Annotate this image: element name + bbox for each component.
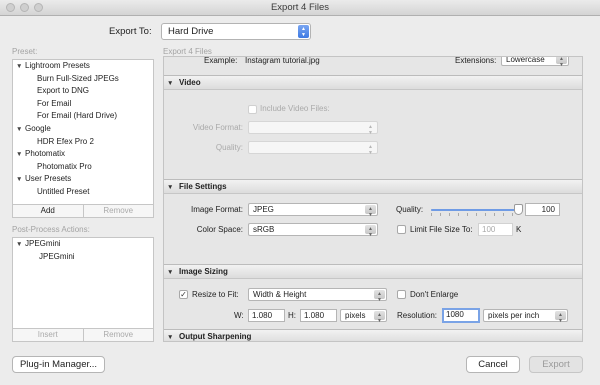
remove-action-button[interactable]: Remove xyxy=(82,329,154,341)
disclosure-triangle-icon[interactable]: ▼ xyxy=(16,239,25,252)
color-space-select[interactable]: sRGB ▲ ▼ xyxy=(248,223,378,238)
quality-label: Quality: xyxy=(396,205,424,214)
preset-folder-user[interactable]: ▼ User Presets xyxy=(13,173,153,186)
preset-button-bar: Add Remove xyxy=(12,205,154,218)
quality-slider-fill xyxy=(431,209,519,211)
size-unit-chevron-icon: ▲ ▼ xyxy=(374,311,385,324)
preset-section-label: Preset: xyxy=(12,47,38,56)
post-process-list: ▼ JPEGmini JPEGmini xyxy=(12,237,154,329)
disclosure-triangle-icon[interactable]: ▼ xyxy=(16,174,25,187)
video-format-label: Video Format: xyxy=(192,123,243,132)
post-process-button-bar: Insert Remove xyxy=(12,329,154,342)
extensions-label: Extensions: xyxy=(455,56,497,65)
resolution-unit-select[interactable]: pixels per inch ▲ ▼ xyxy=(483,309,568,324)
preset-folder-photomatix[interactable]: ▼ Photomatix xyxy=(13,148,153,161)
export-settings-header: Export 4 Files xyxy=(163,47,212,56)
title-bar: Export 4 Files xyxy=(0,0,600,16)
resize-mode-select[interactable]: Width & Height ▲ ▼ xyxy=(248,288,387,303)
resize-to-fit-label: Resize to Fit: xyxy=(192,290,239,299)
image-format-select[interactable]: JPEG ▲ ▼ xyxy=(248,203,378,218)
include-video-checkbox[interactable] xyxy=(248,105,257,114)
disclosure-triangle-icon[interactable]: ▼ xyxy=(167,331,179,341)
preset-item[interactable]: Photomatix Pro xyxy=(13,161,153,174)
width-input[interactable]: 1.080 xyxy=(248,309,285,322)
disclosure-triangle-icon[interactable]: ▼ xyxy=(167,181,179,194)
export-button[interactable]: Export xyxy=(529,356,583,373)
quality-slider-ticks xyxy=(431,213,519,216)
video-quality-select[interactable]: ▲ ▼ xyxy=(248,141,378,156)
resize-mode-chevron-icon: ▲ ▼ xyxy=(374,290,385,303)
remove-preset-button[interactable]: Remove xyxy=(82,205,154,217)
video-format-select[interactable]: ▲ ▼ xyxy=(248,121,378,136)
preset-item[interactable]: For Email xyxy=(13,98,153,111)
disclosure-triangle-icon[interactable]: ▼ xyxy=(16,149,25,162)
preset-folder-google[interactable]: ▼ Google xyxy=(13,123,153,136)
plugin-manager-button[interactable]: Plug-in Manager... xyxy=(12,356,105,373)
add-preset-button[interactable]: Add xyxy=(13,205,83,217)
limit-file-size-checkbox[interactable] xyxy=(397,225,406,234)
file-settings-section-header[interactable]: ▼ File Settings xyxy=(164,179,582,194)
insert-action-button[interactable]: Insert xyxy=(13,329,83,341)
limit-file-size-label: Limit File Size To: xyxy=(410,225,473,234)
preset-item[interactable]: Burn Full-Sized JPEGs xyxy=(13,73,153,86)
resolution-label: Resolution: xyxy=(397,311,438,320)
video-format-chevron-icon: ▲ ▼ xyxy=(368,124,373,136)
preset-item[interactable]: HDR Efex Pro 2 xyxy=(13,136,153,149)
example-filename: Instagram tutorial.jpg xyxy=(245,56,320,65)
quality-slider[interactable] xyxy=(431,204,523,216)
disclosure-triangle-icon[interactable]: ▼ xyxy=(167,77,179,90)
export-to-select[interactable]: Hard Drive ▲ ▼ xyxy=(161,23,311,40)
preset-list: ▼ Lightroom Presets Burn Full-Sized JPEGs… xyxy=(12,59,154,205)
export-to-label: Export To: xyxy=(109,26,152,37)
quality-input[interactable]: 100 xyxy=(525,203,560,216)
window-title: Export 4 Files xyxy=(270,2,330,13)
disclosure-triangle-icon[interactable]: ▼ xyxy=(167,266,179,279)
preset-item[interactable]: Untitled Preset xyxy=(13,186,153,199)
export-to-chevron-icon: ▲ ▼ xyxy=(298,25,309,38)
output-sharpening-section-header[interactable]: ▼ Output Sharpening xyxy=(164,329,582,341)
include-video-label: Include Video Files: xyxy=(260,104,330,113)
color-space-chevron-icon: ▲ ▼ xyxy=(365,225,376,238)
disclosure-triangle-icon[interactable]: ▼ xyxy=(16,61,25,74)
limit-file-size-unit: K xyxy=(516,225,522,234)
height-label: H: xyxy=(288,311,296,320)
color-space-label: Color Space: xyxy=(196,225,243,234)
size-unit-select[interactable]: pixels ▲ ▼ xyxy=(340,309,387,324)
video-quality-label: Quality: xyxy=(215,143,243,152)
resolution-unit-chevron-icon: ▲ ▼ xyxy=(555,311,566,324)
post-process-item[interactable]: JPEGmini xyxy=(13,251,153,264)
post-process-folder-jpegmini[interactable]: ▼ JPEGmini xyxy=(13,238,153,251)
extensions-chevron-icon: ▲ ▼ xyxy=(556,57,567,68)
dont-enlarge-checkbox[interactable] xyxy=(397,290,406,299)
resolution-input[interactable]: 1080 xyxy=(442,308,480,323)
export-settings-panel[interactable]: Example: Instagram tutorial.jpg Extensio… xyxy=(163,56,583,342)
video-section-header[interactable]: ▼ Video xyxy=(164,75,582,90)
quality-slider-knob[interactable] xyxy=(514,204,523,215)
limit-file-size-input[interactable]: 100 xyxy=(478,223,513,236)
width-label: W: xyxy=(234,311,244,320)
preset-item[interactable]: For Email (Hard Drive) xyxy=(13,110,153,123)
preset-folder-lightroom[interactable]: ▼ Lightroom Presets xyxy=(13,60,153,73)
video-quality-chevron-icon: ▲ ▼ xyxy=(368,144,373,156)
image-format-chevron-icon: ▲ ▼ xyxy=(365,205,376,218)
resize-to-fit-checkbox[interactable]: ✓ xyxy=(179,290,188,299)
dont-enlarge-label: Don't Enlarge xyxy=(410,290,459,299)
extensions-select[interactable]: Lowercase ▲ ▼ xyxy=(501,57,569,68)
cancel-button[interactable]: Cancel xyxy=(466,356,520,373)
post-process-section-label: Post-Process Actions: xyxy=(12,225,90,234)
example-label: Example: xyxy=(204,56,238,65)
export-to-value: Hard Drive xyxy=(168,26,214,37)
height-input[interactable]: 1.080 xyxy=(300,309,337,322)
image-format-label: Image Format: xyxy=(190,205,243,214)
image-sizing-section-header[interactable]: ▼ Image Sizing xyxy=(164,264,582,279)
disclosure-triangle-icon[interactable]: ▼ xyxy=(16,124,25,137)
preset-item[interactable]: Export to DNG xyxy=(13,85,153,98)
